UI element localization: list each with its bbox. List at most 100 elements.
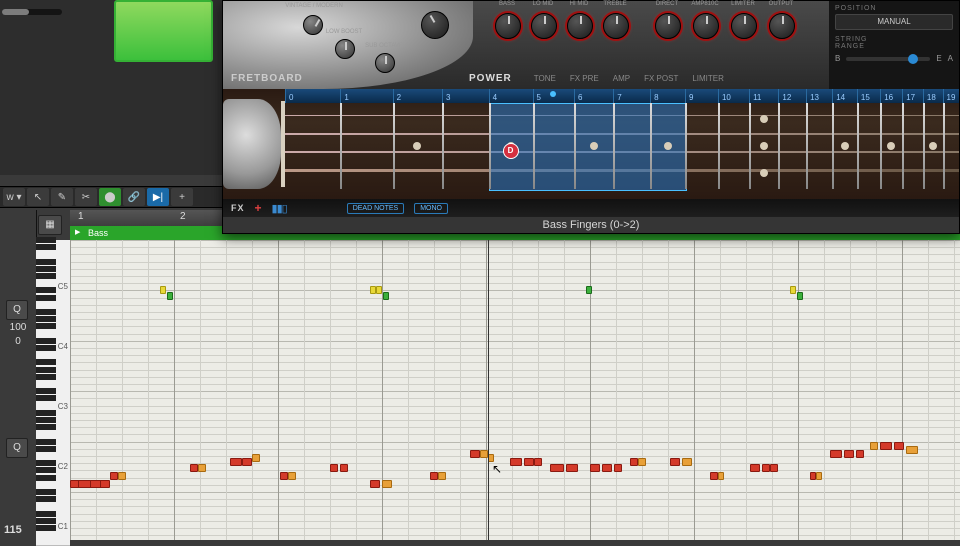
midi-note[interactable] xyxy=(630,458,638,466)
knob-release-decay[interactable] xyxy=(421,11,449,39)
midi-note[interactable] xyxy=(856,450,864,458)
dead-notes-button[interactable]: DEAD NOTES xyxy=(347,203,405,214)
midi-note[interactable] xyxy=(566,464,578,472)
midi-note[interactable] xyxy=(682,458,692,466)
midi-note[interactable] xyxy=(190,464,198,472)
midi-note[interactable] xyxy=(160,286,166,294)
knob-sub-octave[interactable] xyxy=(375,53,395,73)
midi-note[interactable] xyxy=(100,480,110,488)
midi-note[interactable] xyxy=(670,458,680,466)
midi-note[interactable] xyxy=(844,450,854,458)
piano-roll-grid[interactable]: ↖ xyxy=(70,240,960,540)
midi-note[interactable] xyxy=(340,464,348,472)
manual-button[interactable]: MANUAL xyxy=(835,14,953,30)
midi-note[interactable] xyxy=(870,442,878,450)
arrange-clip[interactable] xyxy=(114,0,213,62)
fret-number[interactable]: 2 xyxy=(393,89,401,103)
quantize-button-2[interactable]: Q xyxy=(6,438,28,458)
midi-note[interactable] xyxy=(110,472,118,480)
fret-number[interactable]: 3 xyxy=(442,89,450,103)
tool-zoom[interactable]: + xyxy=(171,188,193,206)
add-fx-button[interactable]: + xyxy=(255,201,262,215)
midi-note[interactable] xyxy=(167,292,173,300)
fret-number[interactable]: 6 xyxy=(574,89,582,103)
plugin-window[interactable]: VINTAGE / MODERN LOW BOOST SUB OCTAVE FR… xyxy=(222,0,960,234)
fret-number[interactable]: 8 xyxy=(650,89,658,103)
tool-scissors[interactable]: ✂ xyxy=(75,188,97,206)
fret-number[interactable]: 15 xyxy=(857,89,870,103)
fret-number[interactable]: 1 xyxy=(340,89,348,103)
midi-note[interactable] xyxy=(198,464,206,472)
midi-note[interactable] xyxy=(710,472,718,480)
fret-number[interactable]: 9 xyxy=(685,89,693,103)
knob-hi-mid[interactable] xyxy=(567,13,593,39)
midi-note[interactable] xyxy=(330,464,338,472)
fret-number[interactable]: 13 xyxy=(806,89,819,103)
midi-note[interactable] xyxy=(280,472,288,480)
tempo-display[interactable]: 115 xyxy=(4,524,22,536)
fret-number[interactable]: 11 xyxy=(749,89,761,103)
midi-in-icon[interactable]: ⬤ xyxy=(99,188,121,206)
fret-number[interactable]: 0 xyxy=(285,89,293,103)
volume-fader[interactable] xyxy=(2,9,62,15)
fretboard[interactable]: 012345678910111213141516171819 D xyxy=(223,89,959,199)
midi-note[interactable] xyxy=(118,472,126,480)
midi-note[interactable] xyxy=(480,450,488,458)
snap-button[interactable]: ▦ xyxy=(38,215,62,235)
midi-note[interactable] xyxy=(376,286,382,294)
fret-number[interactable]: 4 xyxy=(489,89,497,103)
midi-note[interactable] xyxy=(586,286,592,294)
piano-keyboard[interactable]: C5C4C3C2C1 xyxy=(36,240,71,540)
midi-note[interactable] xyxy=(550,464,564,472)
midi-note[interactable] xyxy=(470,450,480,458)
tool-pointer[interactable]: ↖ xyxy=(27,188,49,206)
midi-note[interactable] xyxy=(602,464,612,472)
knob-lo-mid[interactable] xyxy=(531,13,557,39)
knob-treble[interactable] xyxy=(603,13,629,39)
midi-note[interactable] xyxy=(638,458,646,466)
fret-number[interactable]: 16 xyxy=(880,89,893,103)
knob-amp810c[interactable] xyxy=(693,13,719,39)
midi-note[interactable] xyxy=(590,464,600,472)
midi-note[interactable] xyxy=(252,454,260,462)
fret-number[interactable]: 14 xyxy=(832,89,845,103)
midi-note[interactable] xyxy=(230,458,242,466)
midi-note[interactable] xyxy=(438,472,446,480)
midi-note[interactable] xyxy=(906,446,918,454)
knob-direct[interactable] xyxy=(655,13,681,39)
midi-note[interactable] xyxy=(510,458,522,466)
midi-note[interactable] xyxy=(762,464,770,472)
midi-note[interactable] xyxy=(370,480,380,488)
midi-note[interactable] xyxy=(382,480,392,488)
midi-note[interactable] xyxy=(830,450,842,458)
fret-number[interactable]: 18 xyxy=(923,89,936,103)
fret-number[interactable]: 19 xyxy=(943,89,956,103)
fret-number[interactable]: 7 xyxy=(613,89,621,103)
fret-number[interactable]: 5 xyxy=(533,89,541,103)
midi-note[interactable] xyxy=(430,472,438,480)
quantize-swing[interactable]: 0 xyxy=(4,336,32,347)
midi-note[interactable] xyxy=(790,286,796,294)
knob-limiter[interactable] xyxy=(731,13,757,39)
midi-note[interactable] xyxy=(718,472,724,480)
knob-bass[interactable] xyxy=(495,13,521,39)
midi-note[interactable] xyxy=(880,442,892,450)
quantize-button-1[interactable]: Q xyxy=(6,300,28,320)
fret-number[interactable]: 10 xyxy=(718,89,731,103)
string-range-slider[interactable] xyxy=(846,57,930,61)
knob-output[interactable] xyxy=(769,13,795,39)
knob-low-boost[interactable] xyxy=(335,39,355,59)
fret-ruler[interactable]: 012345678910111213141516171819 xyxy=(285,89,959,103)
playhead[interactable] xyxy=(488,240,489,540)
view-menu[interactable]: w ▾ xyxy=(3,188,25,206)
midi-note[interactable] xyxy=(750,464,760,472)
midi-note[interactable] xyxy=(894,442,904,450)
fret-number[interactable]: 17 xyxy=(902,89,915,103)
tool-pencil[interactable]: ✎ xyxy=(51,188,73,206)
mono-button[interactable]: MONO xyxy=(414,203,448,214)
play-zone[interactable] xyxy=(489,103,687,191)
active-note-dot[interactable]: D xyxy=(503,143,519,159)
midi-note[interactable] xyxy=(614,464,622,472)
midi-note[interactable] xyxy=(797,292,803,300)
midi-note[interactable] xyxy=(770,464,778,472)
